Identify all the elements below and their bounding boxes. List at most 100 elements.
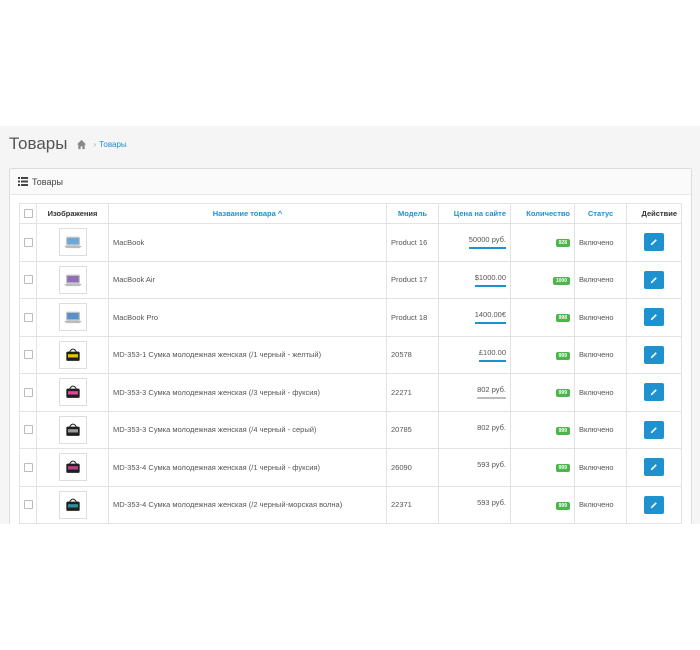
table-row: MD-353-4 Сумка молодежная женская (/2 че…: [19, 485, 682, 524]
product-name: MD-353-3 Сумка молодежная женская (/3 че…: [108, 373, 387, 412]
table-row: MacBook Air Product 17 $1000.00 1000 Включен…: [19, 260, 682, 299]
products-table: Изображения Название товара ^ Модель Цен…: [19, 203, 682, 524]
column-header-price[interactable]: Цена на сайте: [438, 203, 511, 224]
product-status: Включено: [574, 298, 627, 337]
product-image-cell: [36, 298, 109, 337]
products-panel: Товары Изображения Название товара ^ Мод…: [9, 168, 692, 524]
breadcrumb: › Товары: [76, 139, 127, 150]
product-price-cell: 1400.00€: [438, 298, 511, 337]
quantity-badge: 999: [555, 501, 570, 510]
edit-button[interactable]: [644, 270, 664, 289]
product-price: 802 руб.: [477, 422, 506, 432]
product-model: 26090: [386, 448, 439, 487]
column-header-name[interactable]: Название товара ^: [108, 203, 387, 224]
quantity-badge: 998: [555, 314, 570, 323]
action-cell: [626, 223, 682, 262]
product-price-cell: 802 руб.: [438, 410, 511, 449]
edit-button[interactable]: [644, 420, 664, 439]
product-thumbnail: [58, 340, 87, 369]
action-cell: [626, 298, 682, 337]
product-model: 20785: [386, 410, 439, 449]
row-checkbox[interactable]: [24, 237, 33, 247]
panel-heading: Товары: [10, 169, 691, 195]
column-header-quantity[interactable]: Количество: [510, 203, 575, 224]
column-header-model[interactable]: Модель: [386, 203, 439, 224]
row-checkbox[interactable]: [24, 425, 33, 435]
edit-button[interactable]: [644, 458, 664, 477]
product-name: MD-353-3 Сумка молодежная женская (/4 че…: [108, 410, 387, 449]
edit-button[interactable]: [644, 383, 664, 402]
row-select-cell: [19, 485, 37, 524]
action-cell: [626, 485, 682, 524]
breadcrumb-separator: ›: [93, 139, 97, 149]
page-title: Товары: [9, 134, 68, 153]
action-cell: [626, 373, 682, 412]
row-checkbox[interactable]: [24, 500, 33, 510]
products-table-wrapper: Изображения Название товара ^ Модель Цен…: [19, 203, 682, 524]
product-status: Включено: [574, 223, 627, 262]
row-checkbox[interactable]: [24, 275, 33, 285]
product-image-cell: [36, 260, 109, 299]
product-status: Включено: [574, 448, 627, 487]
product-price-cell: 50000 руб.: [438, 223, 511, 262]
product-quantity-cell: 999: [510, 448, 575, 487]
pencil-icon: [650, 389, 657, 396]
product-price-cell: £100.00: [438, 335, 511, 374]
edit-button[interactable]: [644, 233, 664, 252]
home-icon[interactable]: [76, 139, 87, 150]
table-row: MacBook Product 16 50000 руб. 928 Включено: [19, 223, 682, 262]
pencil-icon: [650, 276, 657, 283]
product-status: Включено: [574, 373, 627, 412]
column-header-status[interactable]: Статус: [574, 203, 627, 224]
product-quantity-cell: 999: [510, 335, 575, 374]
product-thumbnail: [58, 303, 87, 332]
product-quantity-cell: 999: [510, 410, 575, 449]
product-name: MacBook Air: [108, 260, 387, 299]
product-price: 593 руб.: [477, 497, 506, 507]
column-header-action: Действие: [626, 203, 682, 224]
product-status: Включено: [574, 260, 627, 299]
edit-button[interactable]: [644, 495, 664, 514]
product-quantity-cell: 999: [510, 373, 575, 412]
product-thumbnail: [58, 453, 87, 482]
table-row: MD-353-1 Сумка молодежная женская (/1 че…: [19, 335, 682, 374]
product-price: 1400.00€: [474, 310, 506, 325]
products-table-body: MacBook Product 16 50000 руб. 928 Включено Ma…: [19, 223, 682, 524]
quantity-badge: 999: [555, 426, 570, 435]
row-checkbox[interactable]: [24, 387, 33, 397]
action-cell: [626, 260, 682, 299]
product-price: £100.00: [478, 348, 506, 362]
admin-content-area: Товары › Товары Товары Изображения Назва…: [0, 126, 700, 524]
row-select-cell: [19, 448, 37, 487]
product-price: 802 руб.: [477, 385, 506, 400]
product-name: MacBook Pro: [108, 298, 387, 337]
select-all-checkbox[interactable]: [24, 209, 33, 218]
row-select-cell: [19, 260, 37, 299]
product-image-cell: [36, 485, 109, 524]
product-quantity-cell: 928: [510, 223, 575, 262]
product-price: $1000.00: [474, 273, 506, 287]
edit-button[interactable]: [644, 345, 664, 364]
quantity-badge: 1000: [552, 276, 570, 285]
product-price-cell: 593 руб.: [438, 448, 511, 487]
action-cell: [626, 448, 682, 487]
pencil-icon: [650, 464, 657, 471]
product-quantity-cell: 999: [510, 485, 575, 524]
edit-button[interactable]: [644, 308, 664, 327]
product-model: 22371: [386, 485, 439, 524]
quantity-badge: 999: [555, 389, 570, 398]
table-row: MD-353-3 Сумка молодежная женская (/3 че…: [19, 373, 682, 412]
product-quantity-cell: 1000: [510, 260, 575, 299]
pencil-icon: [650, 426, 657, 433]
pencil-icon: [650, 351, 657, 358]
product-price: 50000 руб.: [468, 235, 506, 250]
product-thumbnail: [58, 415, 87, 444]
product-name: MD-353-4 Сумка молодежная женская (/2 че…: [108, 485, 387, 524]
product-thumbnail: [58, 265, 87, 294]
row-checkbox[interactable]: [24, 350, 33, 360]
product-image-cell: [36, 373, 109, 412]
row-checkbox[interactable]: [24, 312, 33, 322]
breadcrumb-link-products[interactable]: Товары: [99, 140, 127, 149]
product-image-cell: [36, 223, 109, 262]
row-checkbox[interactable]: [24, 462, 33, 472]
